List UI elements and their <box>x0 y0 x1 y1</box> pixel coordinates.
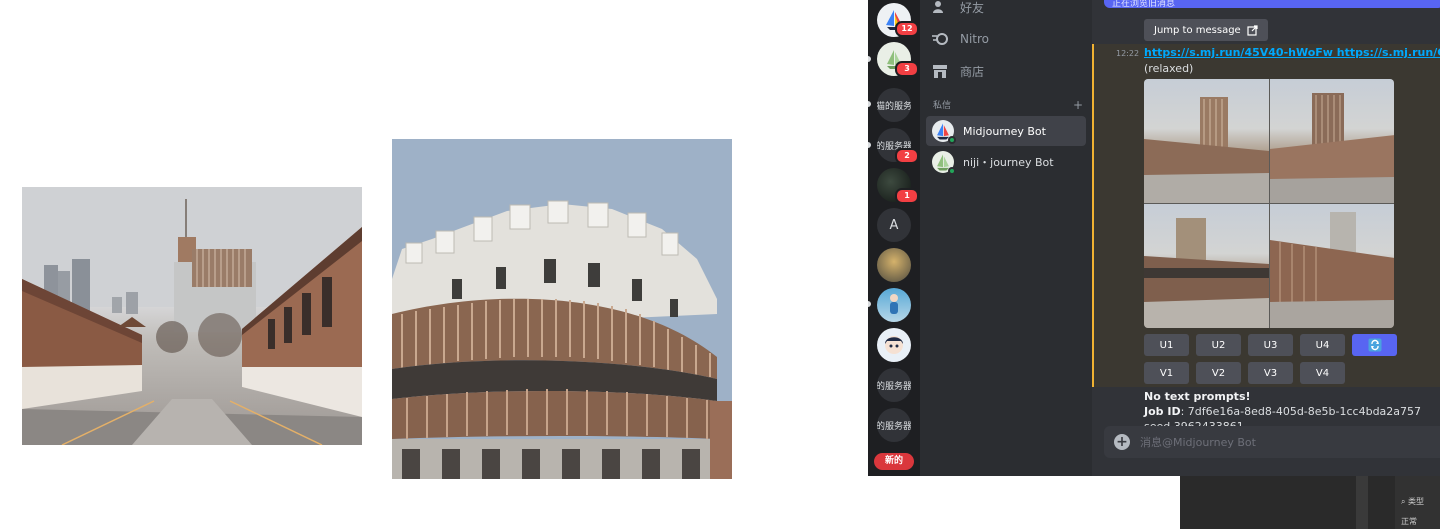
grid-image-3[interactable] <box>1144 204 1269 328</box>
midjourney-avatar <box>932 120 956 144</box>
grid-image-2[interactable] <box>1269 79 1394 203</box>
nav-shop[interactable]: 商店 <box>930 59 984 83</box>
dm-header: 私信 + <box>933 98 1083 112</box>
screen: 12 3 猫的服务 的服务器 2 1 A 的服务器 的服务器 新的 好友 Nit… <box>0 0 1440 529</box>
no-text-prompts-label: No text prompts! <box>1144 390 1251 403</box>
external-link-icon <box>1247 24 1258 36</box>
grid-image-1[interactable] <box>1144 79 1269 203</box>
reroll-icon <box>1368 338 1381 352</box>
type-filter-label: 类型 <box>1408 497 1425 506</box>
search-icon: ⌕ <box>1401 497 1406 506</box>
new-unreads-pill[interactable]: 新的 <box>874 453 914 470</box>
server-figure[interactable] <box>877 288 911 322</box>
background-side-panel: ⌕ 类型 正常 <box>1395 476 1440 529</box>
message-timestamp: 12:22 <box>1116 49 1140 58</box>
reference-photo-courtyard <box>22 187 362 445</box>
nav-friends-label: 好友 <box>960 0 985 15</box>
u2-button[interactable]: U2 <box>1196 334 1241 356</box>
server-badge: 12 <box>895 21 919 37</box>
unread-pill <box>868 301 871 307</box>
message-composer: + <box>1104 426 1440 458</box>
nav-friends[interactable]: 好友 <box>930 0 984 19</box>
reroll-button[interactable] <box>1352 334 1397 356</box>
dm-name: niji・journey Bot <box>963 156 1054 169</box>
image-grid[interactable] <box>1144 79 1394 328</box>
server-rail: 12 3 猫的服务 的服务器 2 1 A 的服务器 的服务器 新的 <box>868 0 920 476</box>
server-anime[interactable] <box>877 328 911 362</box>
u3-button[interactable]: U3 <box>1248 334 1293 356</box>
u4-button[interactable]: U4 <box>1300 334 1345 356</box>
server-landscape[interactable] <box>877 248 911 282</box>
grid-image-4[interactable] <box>1269 204 1394 328</box>
building-render-icon <box>1269 93 1394 203</box>
attach-plus-icon[interactable]: + <box>1114 434 1130 450</box>
courtyard-illustration <box>22 187 362 445</box>
job-id-value: : 7df6e16a-8ed8-405d-8e5b-1cc4bda2a757 <box>1180 405 1422 418</box>
message-input[interactable] <box>1140 435 1420 449</box>
building-render-icon <box>1269 212 1394 328</box>
blend-mode-label[interactable]: 正常 <box>1401 516 1417 527</box>
building-render-icon <box>1144 97 1269 203</box>
dm-header-label: 私信 <box>933 101 952 111</box>
unread-pill <box>868 142 871 148</box>
discord-window: 12 3 猫的服务 的服务器 2 1 A 的服务器 的服务器 新的 好友 Nit… <box>868 0 1440 476</box>
relaxed-mode-label: (relaxed) <box>1144 62 1194 75</box>
niji-avatar <box>932 151 956 175</box>
variation-button-row: V1 V2 V3 V4 <box>1144 362 1345 384</box>
background-app-panel: ⌕ 类型 正常 <box>1180 476 1440 529</box>
jump-banner-text: 正在浏览旧消息 <box>1112 0 1176 9</box>
server-generic-2[interactable]: 的服务器 <box>877 368 911 402</box>
chat-area: 正在浏览旧消息 Jump to message 12:22 https://s.… <box>1092 0 1440 476</box>
dm-midjourney-bot[interactable]: Midjourney Bot <box>926 116 1086 146</box>
facade-illustration <box>392 139 732 479</box>
add-dm-button[interactable]: + <box>1073 98 1083 112</box>
unread-pill <box>868 101 871 107</box>
online-status-icon <box>948 167 956 175</box>
job-id-label: Job ID <box>1144 405 1181 418</box>
jump-label: Jump to message <box>1154 24 1241 36</box>
v4-button[interactable]: V4 <box>1300 362 1345 384</box>
shop-icon <box>930 61 950 81</box>
type-filter[interactable]: ⌕ 类型 <box>1401 496 1424 507</box>
u1-button[interactable]: U1 <box>1144 334 1189 356</box>
v3-button[interactable]: V3 <box>1248 362 1293 384</box>
friends-icon <box>930 0 950 17</box>
figure-avatar-icon <box>890 294 898 314</box>
server-generic-3[interactable]: 的服务器 <box>877 408 911 442</box>
server-badge: 1 <box>895 188 919 204</box>
jump-to-message-button[interactable]: Jump to message <box>1144 19 1268 41</box>
server-a[interactable]: A <box>877 208 911 242</box>
dm-sidebar: 好友 Nitro 商店 私信 + Midjourney Bot niji・jou… <box>920 0 1092 476</box>
anime-avatar-icon <box>885 336 903 354</box>
nitro-icon <box>930 29 950 49</box>
server-cat[interactable]: 猫的服务 <box>877 88 911 122</box>
job-id-line: Job ID: 7df6e16a-8ed8-405d-8e5b-1cc4bda2… <box>1144 405 1421 418</box>
nav-nitro[interactable]: Nitro <box>930 27 989 51</box>
online-status-icon <box>948 136 956 144</box>
nav-shop-label: 商店 <box>960 64 985 79</box>
dm-name: Midjourney Bot <box>963 124 1046 138</box>
message-links[interactable]: https://s.mj.run/45V40-hWoFw https://s.m… <box>1144 46 1440 59</box>
reference-photo-facade <box>392 139 732 479</box>
server-badge: 3 <box>895 61 919 77</box>
jump-banner[interactable]: 正在浏览旧消息 <box>1104 0 1440 9</box>
v2-button[interactable]: V2 <box>1196 362 1241 384</box>
background-scrollbar[interactable] <box>1356 476 1368 529</box>
building-render-icon <box>1144 218 1269 328</box>
nav-nitro-label: Nitro <box>960 32 990 46</box>
dm-niji-bot[interactable]: niji・journey Bot <box>926 147 1086 177</box>
upscale-button-row: U1 U2 U3 U4 <box>1144 334 1397 356</box>
v1-button[interactable]: V1 <box>1144 362 1189 384</box>
server-badge: 2 <box>895 148 919 164</box>
unread-pill <box>868 56 871 62</box>
